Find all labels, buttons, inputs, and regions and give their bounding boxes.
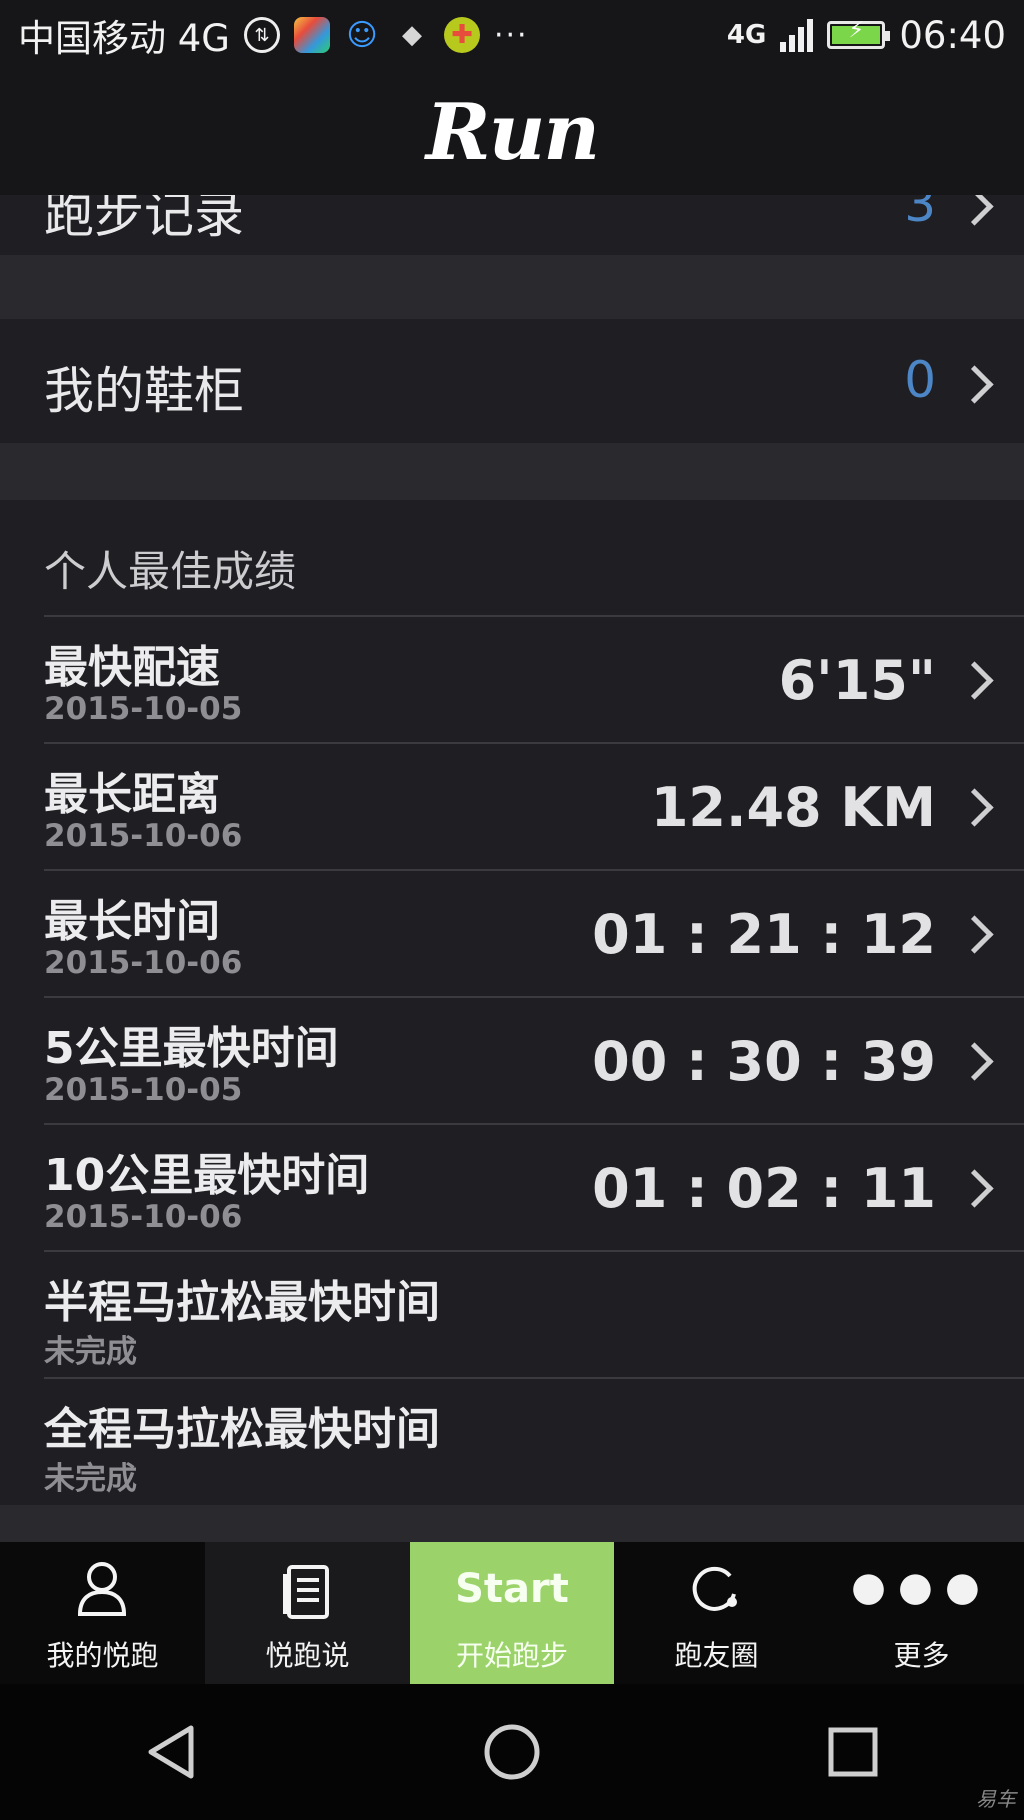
best-row-fastest-pace[interactable]: 最快配速 2015-10-05 6'15" <box>44 615 1024 744</box>
best-row-longest-time[interactable]: 最长时间 2015-10-06 01 : 21 : 12 <box>44 869 1024 998</box>
back-button[interactable] <box>136 1717 206 1787</box>
bottom-tab-bar: 我的悦跑 悦跑说 Start 开始跑步 跑友圈 ●●● 更多 <box>0 1542 1024 1684</box>
best-row-label: 10公里最快时间 <box>44 1150 370 1201</box>
row-running-records-count: 3 <box>904 195 936 233</box>
signal-icon <box>780 18 814 52</box>
best-row-value: 01 : 02 : 11 <box>592 1157 936 1220</box>
battery-charging-icon: ⚡ <box>827 18 891 49</box>
tab-run-friends-label: 跑友圈 <box>674 1639 759 1672</box>
best-row-date: 2015-10-05 <box>44 691 243 727</box>
more-dots-icon: ●●● <box>851 1564 992 1610</box>
row-shoe-cabinet[interactable]: 我的鞋柜 0 <box>0 319 1024 443</box>
status-right: 4G ⚡ 06:40 <box>727 14 1006 57</box>
best-row-date: 2015-10-06 <box>44 1199 243 1235</box>
best-row-label: 最长时间 <box>44 896 220 947</box>
best-row-label: 5公里最快时间 <box>44 1023 339 1074</box>
best-row-value: 6'15" <box>778 649 936 712</box>
row-running-records-label: 跑步记录 <box>44 195 244 244</box>
chevron-right-icon <box>955 915 994 954</box>
friends-circle-icon <box>692 1566 737 1611</box>
wifi-unknown-icon: ◆ <box>401 20 422 50</box>
best-row-date: 2015-10-06 <box>44 818 243 854</box>
user-icon <box>77 1562 127 1616</box>
tab-run-talk-label: 悦跑说 <box>265 1639 350 1672</box>
system-nav-bar: 易车 <box>0 1684 1024 1820</box>
best-row-date: 未完成 <box>44 1461 137 1497</box>
sync-icon: ⇅ <box>243 17 280 53</box>
security-app-icon: ✚ <box>443 17 480 53</box>
personal-best-section: 个人最佳成绩 最快配速 2015-10-05 6'15" 最长距离 2015-1… <box>0 500 1024 1505</box>
recents-square-icon <box>828 1727 878 1777</box>
best-row-date: 2015-10-05 <box>44 1072 243 1108</box>
best-row-label: 最长距离 <box>44 769 220 820</box>
chevron-right-icon <box>955 195 994 226</box>
row-running-records[interactable]: 跑步记录 3 <box>0 195 1024 255</box>
best-row-value: 00 : 30 : 39 <box>592 1030 936 1093</box>
start-run-label: 开始跑步 <box>455 1639 568 1672</box>
best-row-label: 最快配速 <box>44 642 220 693</box>
best-row-full-marathon: 全程马拉松最快时间 未完成 <box>44 1377 1024 1506</box>
row-shoe-cabinet-label: 我的鞋柜 <box>44 362 244 420</box>
chat-notification-icon: ☺ <box>346 17 378 53</box>
recents-button[interactable] <box>818 1717 888 1787</box>
app-logo: Run <box>425 87 600 178</box>
personal-best-title: 个人最佳成绩 <box>44 547 297 596</box>
status-bar: 中国移动 4G ⇅ ☺ ◆ ✚ ··· 4G ⚡ 06:40 <box>0 0 1024 70</box>
tab-my-run-label: 我的悦跑 <box>46 1639 159 1672</box>
document-icon <box>283 1565 329 1619</box>
row-shoe-cabinet-count: 0 <box>904 351 936 409</box>
best-row-date: 2015-10-06 <box>44 945 243 981</box>
home-button[interactable] <box>477 1717 547 1787</box>
home-circle-icon <box>484 1724 540 1780</box>
chevron-right-icon <box>955 1169 994 1208</box>
content-area[interactable]: 跑步记录 3 我的鞋柜 0 个人最佳成绩 最快配速 2015-10-05 6'1… <box>0 195 1024 1542</box>
tab-more-label: 更多 <box>893 1639 950 1672</box>
start-run-button[interactable]: Start 开始跑步 <box>410 1542 614 1684</box>
chevron-right-icon <box>955 365 994 404</box>
status-left: 中国移动 4G ⇅ ☺ ◆ ✚ ··· <box>18 8 529 62</box>
tab-run-friends[interactable]: 跑友圈 <box>614 1542 819 1684</box>
chevron-right-icon <box>955 661 994 700</box>
app-notification-icon <box>293 17 330 53</box>
best-row-date: 未完成 <box>44 1334 137 1370</box>
best-row-value: 12.48 KM <box>650 776 936 839</box>
best-row-value: 01 : 21 : 12 <box>592 903 936 966</box>
carrier-label: 中国移动 4G <box>18 17 230 60</box>
best-row-label: 全程马拉松最快时间 <box>44 1404 440 1455</box>
clock: 06:40 <box>899 13 1006 57</box>
tab-more[interactable]: ●●● 更多 <box>819 1542 1024 1684</box>
best-row-label: 半程马拉松最快时间 <box>44 1277 440 1328</box>
tab-my-run[interactable]: 我的悦跑 <box>0 1542 205 1684</box>
start-word: Start <box>455 1566 569 1612</box>
network-type-label: 4G <box>726 20 767 50</box>
best-row-10km[interactable]: 10公里最快时间 2015-10-06 01 : 02 : 11 <box>44 1123 1024 1252</box>
more-notifications-icon: ··· <box>493 17 529 53</box>
chevron-right-icon <box>955 788 994 827</box>
back-triangle-icon <box>148 1725 194 1779</box>
tab-run-talk[interactable]: 悦跑说 <box>205 1542 410 1684</box>
best-row-half-marathon: 半程马拉松最快时间 未完成 <box>44 1250 1024 1379</box>
best-row-5km[interactable]: 5公里最快时间 2015-10-05 00 : 30 : 39 <box>44 996 1024 1125</box>
watermark: 易车 <box>976 1787 1016 1811</box>
best-row-longest-distance[interactable]: 最长距离 2015-10-06 12.48 KM <box>44 742 1024 871</box>
app-header: Run <box>0 70 1024 195</box>
chevron-right-icon <box>955 1042 994 1081</box>
